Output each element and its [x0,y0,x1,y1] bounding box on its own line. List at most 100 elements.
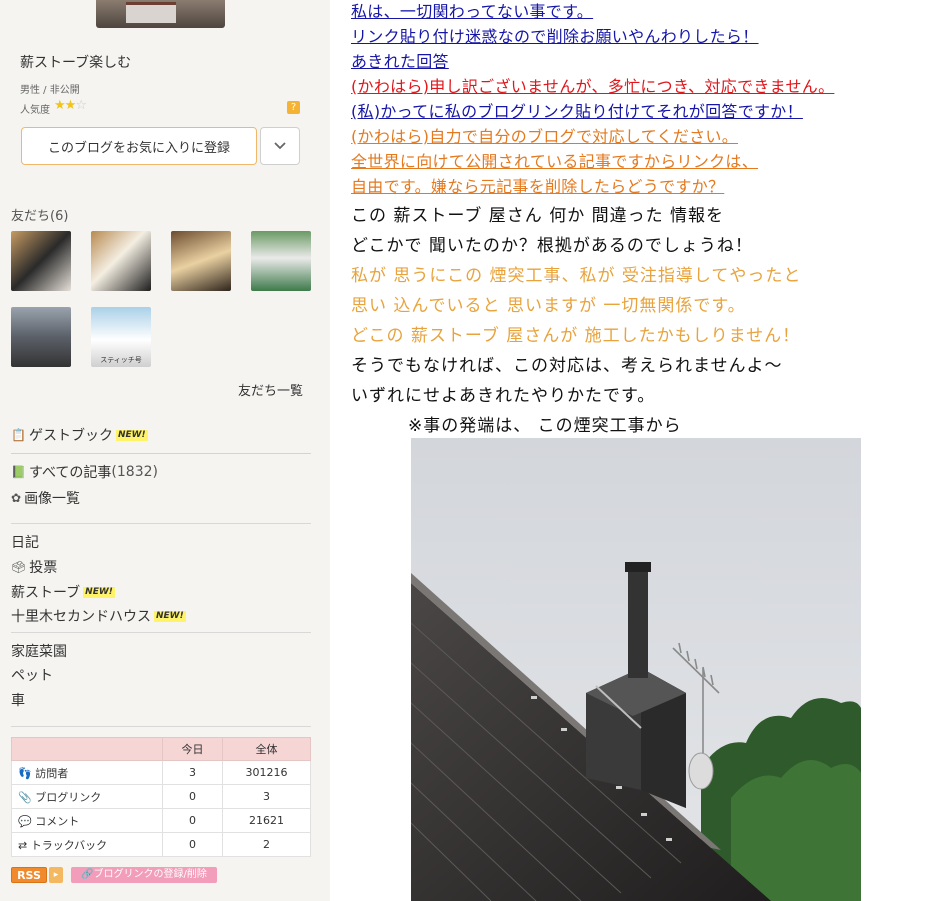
article-link-line[interactable]: 自由です。嫌なら元記事を削除したらどうですか？ [351,173,724,197]
paperclip-icon: 📎 [18,790,32,804]
house-graphic [126,2,176,23]
row-label: コメント [35,814,80,828]
friend-thumbnail[interactable] [11,307,71,367]
article-link-line[interactable]: (かわはら)自力で自分のブログで対応してください。 [351,123,738,147]
table-row: 👣 訪問者 3 301216 [11,760,311,785]
friends-title: 友だち(6) [11,209,69,224]
table-header [11,737,163,761]
category-label: 家庭菜園 [11,644,67,660]
table-cell: 2 [222,832,311,857]
table-header: 全体 [222,737,311,761]
friend-thumbnail[interactable] [91,231,151,291]
guestbook-label: ゲストブック [28,428,113,444]
divider [11,632,311,633]
table-cell: 0 [162,808,223,833]
chimney-photo-image [411,438,861,901]
article-text-line: ※事の発端は、 この煙突工事から [408,416,682,436]
divider [11,523,311,524]
table-cell: 3 [162,760,223,785]
category-label: 十里木セカンドハウス [11,609,151,625]
article-text-line: どこかで 聞いたのか？根拠があるのでしょうね！ [351,236,753,256]
divider [11,726,311,727]
category-label: 車 [11,693,25,709]
friend-thumbnail[interactable] [11,231,71,291]
category-label: 日記 [11,535,39,551]
article-text-line: いずれにせよあきれたやりかたです。 [351,386,656,406]
trackback-arrows-icon: ⇄ [18,838,28,852]
all-articles-count: (1832) [111,464,158,480]
article-text-line: 思い 込んでいると 思いますが 一切無関係です。 [351,296,746,316]
category-diary[interactable]: 日記 [11,532,39,552]
row-label: トラックバック [30,838,108,852]
article-text-line: どこの 薪ストーブ 屋さんが 施工したかもしりません！ [351,326,801,346]
category-label: ペット [11,668,53,684]
friend-thumbnail[interactable] [171,231,231,291]
star-filled-icon: ★ [54,98,66,113]
article-link-line[interactable]: (私)かってに私のブログリンク貼り付けてそれが回答ですか！ [351,98,803,122]
table-row: ⇄ トラックバック 0 2 [11,832,311,857]
article-link-line[interactable]: あきれた回答 [351,48,449,72]
table-cell: 💬 コメント [11,808,163,833]
all-articles-label: すべての記事 [28,465,112,481]
divider [11,453,311,454]
rss-button[interactable]: RSS [11,867,47,883]
friend-thumbnail[interactable]: スティッチ号 [91,307,151,367]
sidebar: 薪ストーブ楽しむ 男性 / 非公開 人気度 ★★☆ ? このブログをお気に入りに… [0,0,330,901]
article-text-line: そうでもなければ、この対応は、考えられませんよ〜 [351,356,783,376]
category-label: 薪ストーブ [11,585,81,601]
popularity-stars: ★★☆ [54,98,87,113]
friend-thumbnail[interactable] [251,231,311,291]
bloglink-register-label: ブログリンクの登録/削除 [93,869,207,880]
article-link-line[interactable]: 私は、一切関わってない事です。 [351,0,593,22]
table-cell: 21621 [222,808,311,833]
favorite-dropdown-button[interactable] [260,127,300,165]
book-icon: 📗 [11,465,26,479]
new-badge: NEW! [154,610,186,622]
row-label: 訪問者 [35,766,69,780]
article-body: 私は、一切関わってない事です。 リンク貼り付け迷惑なので削除お願いやんわりしたら… [330,0,948,901]
rss-arrow-icon[interactable]: ▸ [49,867,63,883]
help-icon[interactable]: ? [287,101,300,114]
category-garden[interactable]: 家庭菜園 [11,641,67,661]
table-cell: 301216 [222,760,311,785]
category-stove[interactable]: 薪ストーブ NEW! [11,582,115,602]
category-label: 投票 [29,560,58,576]
table-row: 💬 コメント 0 21621 [11,808,311,833]
article-link-line[interactable]: 全世界に向けて公開されている記事ですからリンクは、 [351,148,758,172]
category-car[interactable]: 車 [11,690,25,710]
category-vote[interactable]: 🗳 投票 [11,557,57,577]
star-empty-icon: ☆ [75,98,87,113]
table-header-row: 今日 全体 [11,737,311,761]
paperclip-icon: 🔗 [81,869,94,880]
table-cell: 📎 ブログリンク [11,784,163,809]
comment-icon: 💬 [18,814,32,828]
category-jurigi[interactable]: 十里木セカンドハウス NEW! [11,606,186,626]
image-list-link[interactable]: ✿ 画像一覧 [11,488,80,508]
chimney-photo[interactable] [411,438,861,901]
favorite-button[interactable]: このブログをお気に入りに登録 [21,127,257,165]
profile-photo[interactable] [96,0,225,28]
profile-name[interactable]: 薪ストーブ楽しむ [20,52,131,72]
guestbook-link[interactable]: 📋 ゲストブック NEW! [11,425,148,445]
footprints-icon: 👣 [18,766,32,780]
article-link-line[interactable]: (かわはら)申し訳ございませんが、多忙につき、対応できません。 [351,73,834,97]
profile-meta: 男性 / 非公開 [20,85,80,96]
article-link-line[interactable]: リンク貼り付け迷惑なので削除お願いやんわりしたら！ [351,23,759,47]
star-filled-icon: ★ [64,98,77,113]
bloglink-register-button[interactable]: 🔗ブログリンクの登録/削除 [71,867,217,883]
popularity-label: 人気度 [20,105,50,116]
table-header: 今日 [162,737,223,761]
vote-icon: 🗳 [11,560,27,574]
table-cell: 0 [162,832,223,857]
category-pet[interactable]: ペット [11,665,53,685]
article-text-line: この 薪ストーブ 屋さん 何か 間違った 情報を [351,206,724,226]
table-cell: 3 [222,784,311,809]
guestbook-icon: 📋 [11,428,26,442]
chevron-down-icon [274,142,286,150]
row-label: ブログリンク [35,790,102,804]
table-cell: 👣 訪問者 [11,760,163,785]
friends-list-link[interactable]: 友だち一覧 [238,380,303,399]
new-badge: NEW! [83,586,115,598]
friend-caption: スティッチ号 [100,356,142,364]
all-articles-link[interactable]: 📗 すべての記事 (1832) [11,462,158,482]
